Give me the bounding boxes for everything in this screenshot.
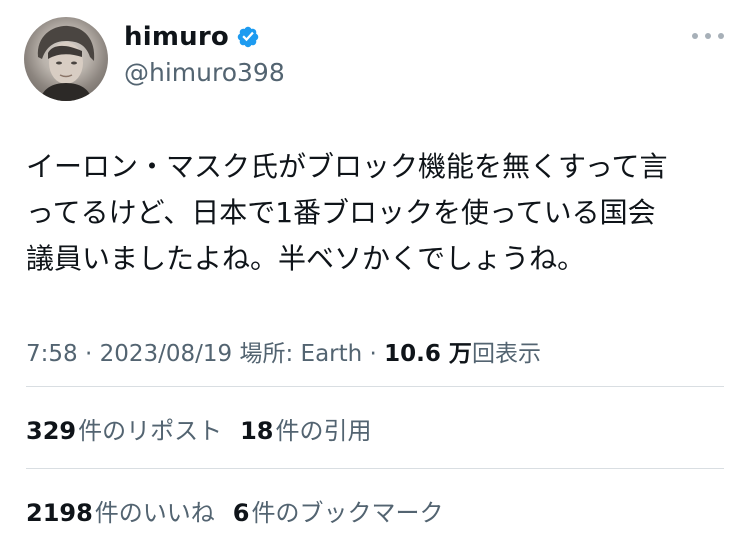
likes-count: 2198	[26, 499, 93, 527]
tweet-meta: 7:58 · 2023/08/19 場所: Earth · 10.6 万回表示	[26, 334, 541, 368]
avatar-photo	[37, 25, 95, 101]
meta-separator: ·	[77, 341, 100, 367]
tweet-date[interactable]: 2023/08/19	[100, 341, 233, 367]
tweet-time[interactable]: 7:58	[26, 341, 78, 367]
bookmarks-count: 6	[232, 499, 250, 527]
author-display-name[interactable]: himuro	[124, 22, 229, 52]
quotes-label: 件の引用	[275, 417, 372, 445]
bookmarks-label: 件のブックマーク	[251, 499, 444, 527]
author-handle[interactable]: @himuro398	[124, 58, 285, 87]
engagement-row-1: 329件のリポスト 18件の引用	[26, 411, 390, 446]
view-count: 10.6 万	[384, 341, 472, 367]
meta-separator: ·	[362, 341, 385, 367]
quotes-count: 18	[240, 417, 274, 445]
divider	[26, 468, 724, 469]
tweet-text: イーロン・マスク氏がブロック機能を無くすって言 ってるけど、日本で1番ブロックを…	[26, 150, 668, 275]
divider	[26, 386, 724, 387]
author-display-name-row[interactable]: himuro	[124, 22, 260, 52]
reposts-count: 329	[26, 417, 77, 445]
verified-badge-icon[interactable]	[236, 25, 260, 49]
bookmarks-stat[interactable]: 6件のブックマーク	[233, 493, 444, 528]
author-avatar[interactable]	[24, 17, 108, 101]
tweet-location: 場所: Earth	[232, 341, 363, 367]
likes-label: 件のいいね	[94, 499, 215, 527]
quotes-stat[interactable]: 18件の引用	[240, 411, 371, 446]
reposts-label: 件のリポスト	[78, 417, 223, 445]
view-count-label: 回表示	[471, 341, 541, 367]
engagement-row-2: 2198件のいいね 6件のブックマーク	[26, 493, 462, 528]
likes-stat[interactable]: 2198件のいいね	[26, 493, 215, 528]
reposts-stat[interactable]: 329件のリポスト	[26, 411, 222, 446]
more-options-icon[interactable]	[692, 26, 724, 46]
